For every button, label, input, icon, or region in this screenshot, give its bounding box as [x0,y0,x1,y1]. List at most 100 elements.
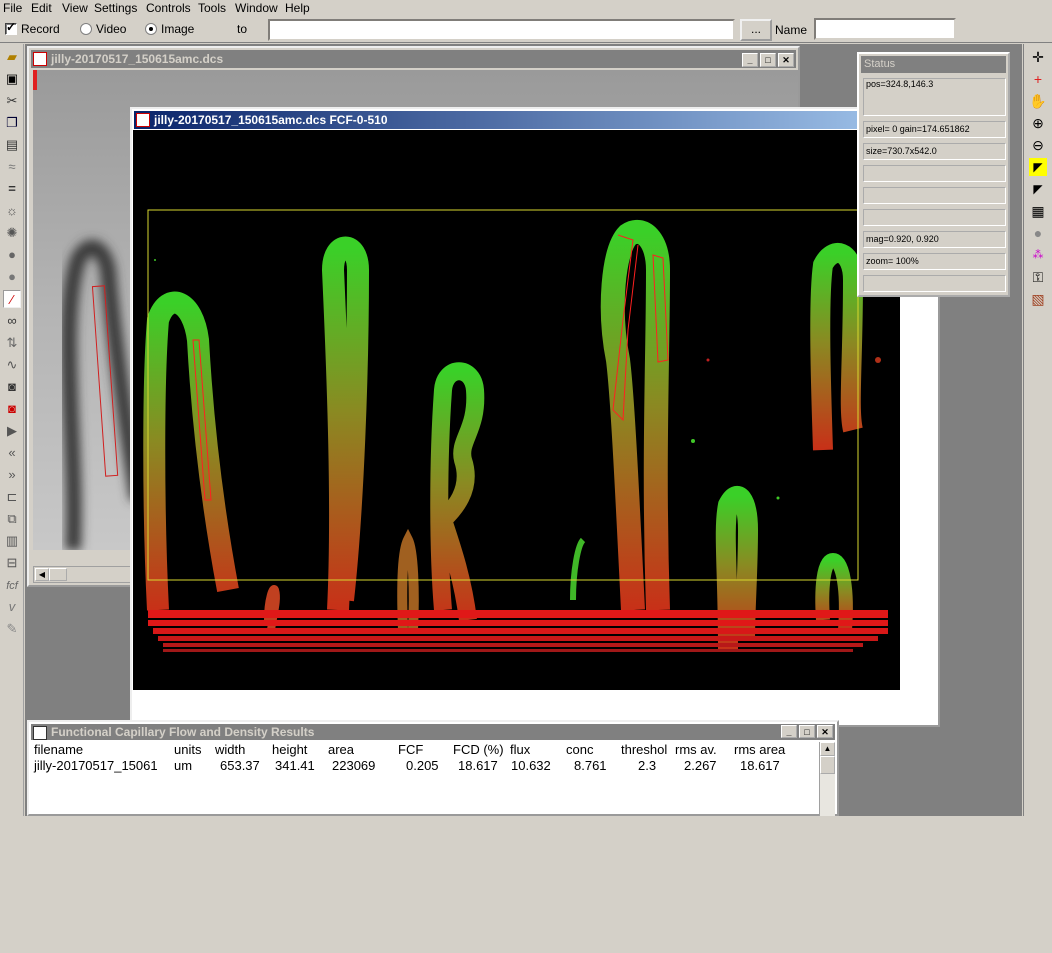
menu-settings[interactable]: Settings [94,1,137,15]
contrast-icon[interactable]: ✺ [3,224,21,242]
image-label: Image [161,22,195,36]
nodes-icon[interactable]: ⁂ [1029,246,1047,264]
scroll-thumb[interactable] [820,756,835,774]
circle-gray-icon[interactable]: ● [1029,224,1047,242]
menu-view[interactable]: View [62,1,88,15]
to-label: to [237,22,248,36]
scroll-up-arrow-icon[interactable]: ▲ [820,742,835,756]
brightness-icon[interactable]: ☼ [3,202,21,220]
copy-icon[interactable]: ❐ [3,114,21,132]
image-radio[interactable] [145,23,157,35]
status-panel[interactable]: Status pos=324.8,146.3 pixel= 0 gain=174… [857,52,1010,297]
status-field-empty-3 [863,209,1006,226]
close-button[interactable]: ✕ [778,53,794,67]
browse-button[interactable]: ... [740,19,772,41]
close-button[interactable]: ✕ [817,725,833,738]
status-field-empty-1 [863,165,1006,182]
glasses-icon[interactable]: ∞ [3,312,21,330]
camera-icon[interactable]: ◙ [3,378,21,396]
zoom-out-icon[interactable]: ⊖ [1029,136,1047,154]
cut-icon[interactable]: ✂ [3,92,21,110]
save-icon[interactable]: ▣ [3,70,21,88]
zoom-in-icon[interactable]: ⊕ [1029,114,1047,132]
paste-icon[interactable]: ▤ [3,136,21,154]
line-tool-icon[interactable]: ⁄ [3,290,21,308]
velocity-icon[interactable]: v [3,598,21,616]
window-app-icon [33,52,47,66]
fcf-icon[interactable]: fcf [3,577,21,595]
minimize-button[interactable]: _ [742,53,758,67]
video-radio[interactable] [80,23,92,35]
menu-help[interactable]: Help [285,1,310,15]
cell-fcf: 0.205 [406,758,439,773]
right-toolbar: ✛ + ✋ ⊕ ⊖ ◤ ◤ ▦ ● ⁂ ⚿ ▧ [1023,44,1052,816]
window-app-icon [136,113,150,127]
crosshair-icon[interactable]: ✛ [1029,48,1047,66]
fcf-image-window[interactable]: jilly-20170517_150615amc.dcs FCF-0-510 [130,107,940,727]
record-camera-icon[interactable]: ◙ [3,400,21,418]
cell-rms-av: 2.267 [684,758,717,773]
dot-icon[interactable]: ● [3,268,21,286]
background-window-titlebar[interactable]: jilly-20170517_150615amc.dcs _ □ ✕ [31,50,796,68]
cell-conc: 8.761 [574,758,607,773]
lock-icon[interactable]: ⚿ [1029,268,1047,286]
stack-icon[interactable]: ▥ [3,532,21,550]
cell-threshold: 2.3 [638,758,657,773]
image-icon[interactable]: ▧ [1029,290,1047,308]
grid-icon[interactable]: ▦ [1029,202,1047,220]
record-checkbox[interactable]: ✓ [5,20,17,35]
checkmark-icon: ✓ [6,20,17,34]
fcf-capillary-image [133,130,900,690]
minimize-button[interactable]: _ [781,725,797,738]
arrows-icon[interactable]: ⇅ [3,334,21,352]
status-field-empty-2 [863,187,1006,204]
name-input[interactable] [814,18,956,40]
scroll-thumb[interactable] [49,568,67,581]
menu-file[interactable]: File [3,1,22,15]
hand-icon[interactable]: ✋ [1029,92,1047,110]
status-size: size=730.7x542.0 [863,143,1006,160]
results-vertical-scrollbar[interactable]: ▲ [819,742,835,816]
header-rms-area: rms area [734,742,786,757]
red-crosshair-icon[interactable]: + [1029,70,1047,88]
cell-rms-area: 18.617 [740,758,780,773]
play-icon[interactable]: ▶ [3,422,21,440]
record-label: Record [21,22,60,36]
header-conc: conc [566,742,594,757]
rewind-icon[interactable]: « [3,444,21,462]
cell-area: 223069 [332,758,376,773]
status-mag: mag=0.920, 0.920 [863,231,1006,248]
scroll-left-arrow-icon[interactable]: ◀ [35,568,49,581]
header-fcd: FCD (%) [453,742,504,757]
marker-yellow-icon[interactable]: ◤ [1029,158,1047,176]
background-window-title: jilly-20170517_150615amc.dcs [51,52,224,66]
export-icon[interactable]: ⊟ [3,554,21,572]
maximize-button[interactable]: □ [799,725,815,738]
video-label: Video [96,22,127,36]
pen-icon[interactable]: ✎ [3,620,21,638]
status-title: Status [861,56,1006,73]
horizontal-scrollbar[interactable]: ◀ [33,566,135,583]
fastforward-icon[interactable]: » [3,466,21,484]
loop-icon[interactable]: ⊏ [3,488,21,506]
menu-controls[interactable]: Controls [146,1,191,15]
equals-icon[interactable]: = [3,180,21,198]
frames-icon[interactable]: ⧉ [3,510,21,528]
menu-tools[interactable]: Tools [198,1,226,15]
menu-edit[interactable]: Edit [31,1,52,15]
results-window-titlebar[interactable]: Functional Capillary Flow and Density Re… [31,724,835,740]
waveform-icon[interactable]: ∿ [3,356,21,374]
wave-icon[interactable]: ≈ [3,158,21,176]
maximize-button[interactable]: □ [760,53,776,67]
header-threshold: threshol [621,742,668,757]
cell-height: 341.41 [275,758,315,773]
header-fcf: FCF [398,742,424,757]
fcf-window-titlebar[interactable]: jilly-20170517_150615amc.dcs FCF-0-510 [134,111,936,129]
menu-window[interactable]: Window [235,1,278,15]
open-icon[interactable]: ▰ [3,48,21,66]
fcf-window-title: jilly-20170517_150615amc.dcs FCF-0-510 [154,113,388,127]
status-zoom: zoom= 100% [863,253,1006,270]
circle-icon[interactable]: ● [3,246,21,264]
marker-black-icon[interactable]: ◤ [1029,180,1047,198]
range-field[interactable] [268,19,735,41]
